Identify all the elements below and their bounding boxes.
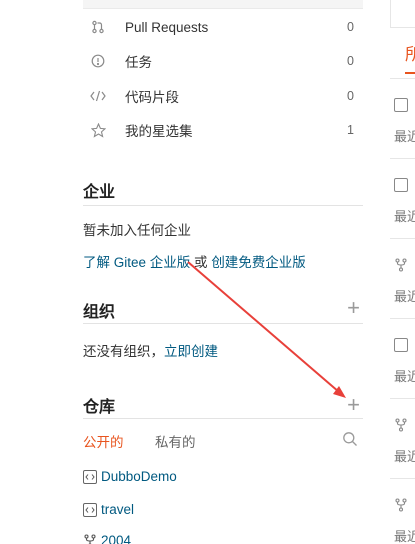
- tab-public[interactable]: 公开的: [83, 431, 124, 451]
- stat-count: 1: [347, 123, 354, 137]
- fork-icon: [83, 533, 97, 544]
- right-panel-divider: [390, 398, 415, 399]
- right-panel-item-text: 最近: [394, 209, 415, 224]
- code-repo-icon: [394, 98, 408, 112]
- enterprise-links: 了解 Gitee 企业版 或 创建免费企业版: [83, 251, 306, 271]
- list-item[interactable]: travel: [83, 502, 134, 517]
- list-item[interactable]: DubboDemo: [83, 469, 177, 484]
- stat-count: 0: [347, 20, 354, 34]
- organization-empty: 还没有组织，立即创建: [83, 340, 218, 360]
- enterprise-empty-text: 暂未加入任何企业: [83, 223, 191, 238]
- repo-name: 2004: [101, 533, 132, 544]
- right-panel-item-text: 最近: [394, 529, 415, 544]
- or-text: 或: [194, 255, 208, 270]
- organization-empty-text: 还没有组织，: [83, 344, 164, 359]
- right-panel-divider: [390, 478, 415, 479]
- stat-row-tasks[interactable]: 任务 0: [90, 50, 358, 72]
- stat-row-stars[interactable]: 我的星选集 1: [90, 119, 358, 141]
- code-icon: [90, 88, 106, 104]
- star-icon: [90, 122, 106, 138]
- info-circle-icon: [90, 53, 106, 69]
- repositories-section-title: 仓库: [83, 399, 116, 416]
- fork-icon: [394, 498, 408, 515]
- right-panel-header[interactable]: 所: [405, 40, 415, 65]
- stat-row-snippets[interactable]: 代码片段 0: [90, 85, 358, 107]
- right-panel-top-box: [390, 0, 415, 28]
- code-repo-icon: [394, 338, 408, 352]
- section-divider: [83, 323, 363, 324]
- right-panel-divider: [390, 238, 415, 239]
- right-panel-item-text: 最近: [394, 449, 415, 464]
- right-panel-divider: [390, 158, 415, 159]
- right-panel: 所 最近 最近 最近 最近 最近 最近: [390, 0, 415, 544]
- stat-label: 我的星选集: [125, 124, 193, 139]
- repo-name: DubboDemo: [101, 469, 177, 484]
- organization-section-title: 组织: [83, 304, 116, 321]
- code-repo-icon: [83, 469, 97, 484]
- right-panel-header-underline: [405, 72, 415, 74]
- list-item[interactable]: 2004: [83, 533, 131, 544]
- stat-row-pull-requests[interactable]: Pull Requests 0: [90, 16, 358, 38]
- enterprise-section-title: 企业: [83, 184, 116, 201]
- section-divider: [83, 205, 363, 206]
- fork-icon: [394, 418, 408, 435]
- right-panel-item-text: 最近: [394, 289, 415, 304]
- top-panel-edge: [83, 0, 363, 9]
- stat-label: 代码片段: [125, 90, 179, 105]
- search-icon[interactable]: [342, 431, 358, 450]
- right-panel-item-text: 最近: [394, 369, 415, 384]
- create-organization-link[interactable]: 立即创建: [164, 344, 218, 359]
- stat-label: 任务: [125, 55, 152, 70]
- code-repo-icon: [83, 502, 97, 517]
- stat-label: Pull Requests: [125, 19, 209, 35]
- code-repo-icon: [394, 178, 408, 192]
- add-repository-plus-icon[interactable]: +: [347, 394, 360, 416]
- tab-private[interactable]: 私有的: [155, 431, 196, 451]
- right-panel-item-text: 最近: [394, 129, 415, 144]
- add-organization-plus-icon[interactable]: +: [347, 297, 360, 319]
- fork-icon: [394, 258, 408, 275]
- right-panel-divider: [390, 78, 415, 79]
- annotation-arrow: [187, 261, 346, 398]
- stat-count: 0: [347, 89, 354, 103]
- section-divider: [83, 418, 363, 419]
- pull-request-icon: [90, 19, 106, 35]
- create-enterprise-link[interactable]: 创建免费企业版: [211, 255, 306, 270]
- right-panel-divider: [390, 318, 415, 319]
- stat-count: 0: [347, 54, 354, 68]
- learn-enterprise-link[interactable]: 了解 Gitee 企业版: [83, 255, 190, 270]
- repo-name: travel: [101, 502, 135, 517]
